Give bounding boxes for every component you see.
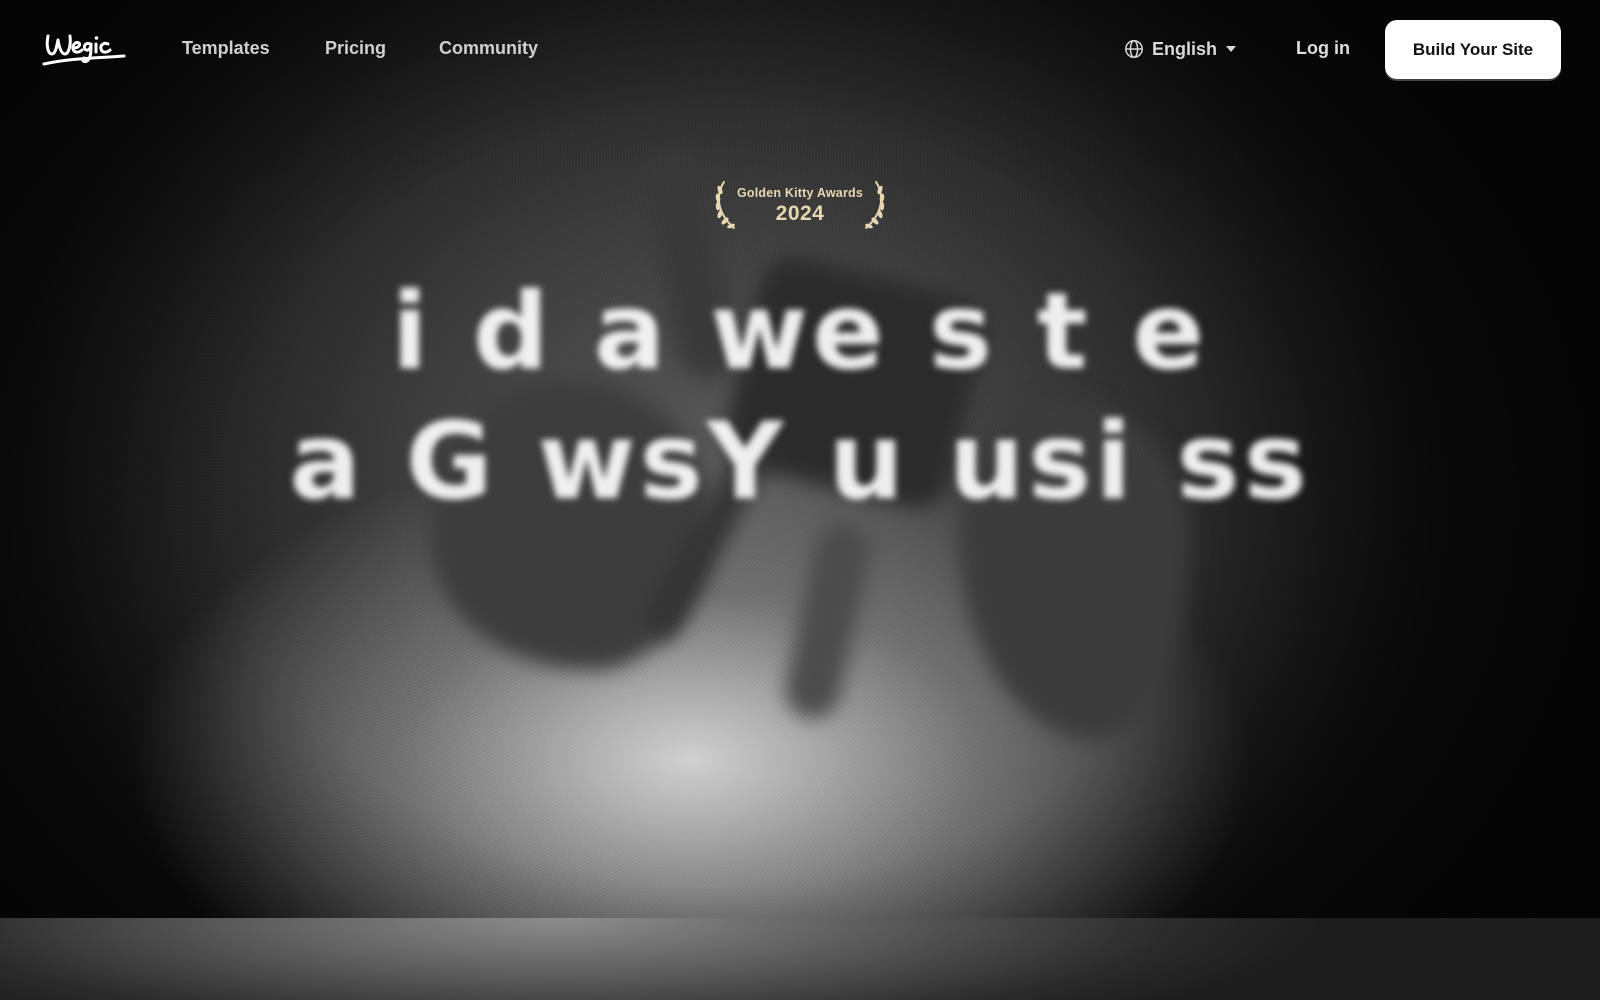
build-your-site-button[interactable]: Build Your Site (1385, 20, 1561, 79)
globe-icon (1124, 39, 1144, 59)
laurel-icon (850, 178, 890, 232)
language-label: English (1152, 38, 1218, 59)
caret-down-icon (1225, 45, 1237, 53)
login-link[interactable]: Log in (1296, 38, 1350, 59)
nav-link-community[interactable]: Community (439, 38, 538, 59)
top-navbar: Templates Pricing Community English Log … (0, 0, 1600, 96)
hero-section: Golden Kitty Awards 2024 i d a we s t e … (0, 0, 1600, 918)
wegic-logo-mark (42, 34, 126, 66)
nav-link-pricing[interactable]: Pricing (325, 38, 386, 59)
award-badge: Golden Kitty Awards 2024 (710, 176, 890, 236)
language-selector[interactable]: English (1124, 37, 1237, 61)
hero-headline-line-1: i d a we s t e (391, 270, 1209, 393)
nav-link-templates[interactable]: Templates (182, 38, 270, 59)
wegic-logo[interactable] (40, 28, 128, 70)
next-section-preview (0, 918, 1600, 1000)
hero-headline-line-2: a G wsY u usi ss (289, 400, 1311, 523)
